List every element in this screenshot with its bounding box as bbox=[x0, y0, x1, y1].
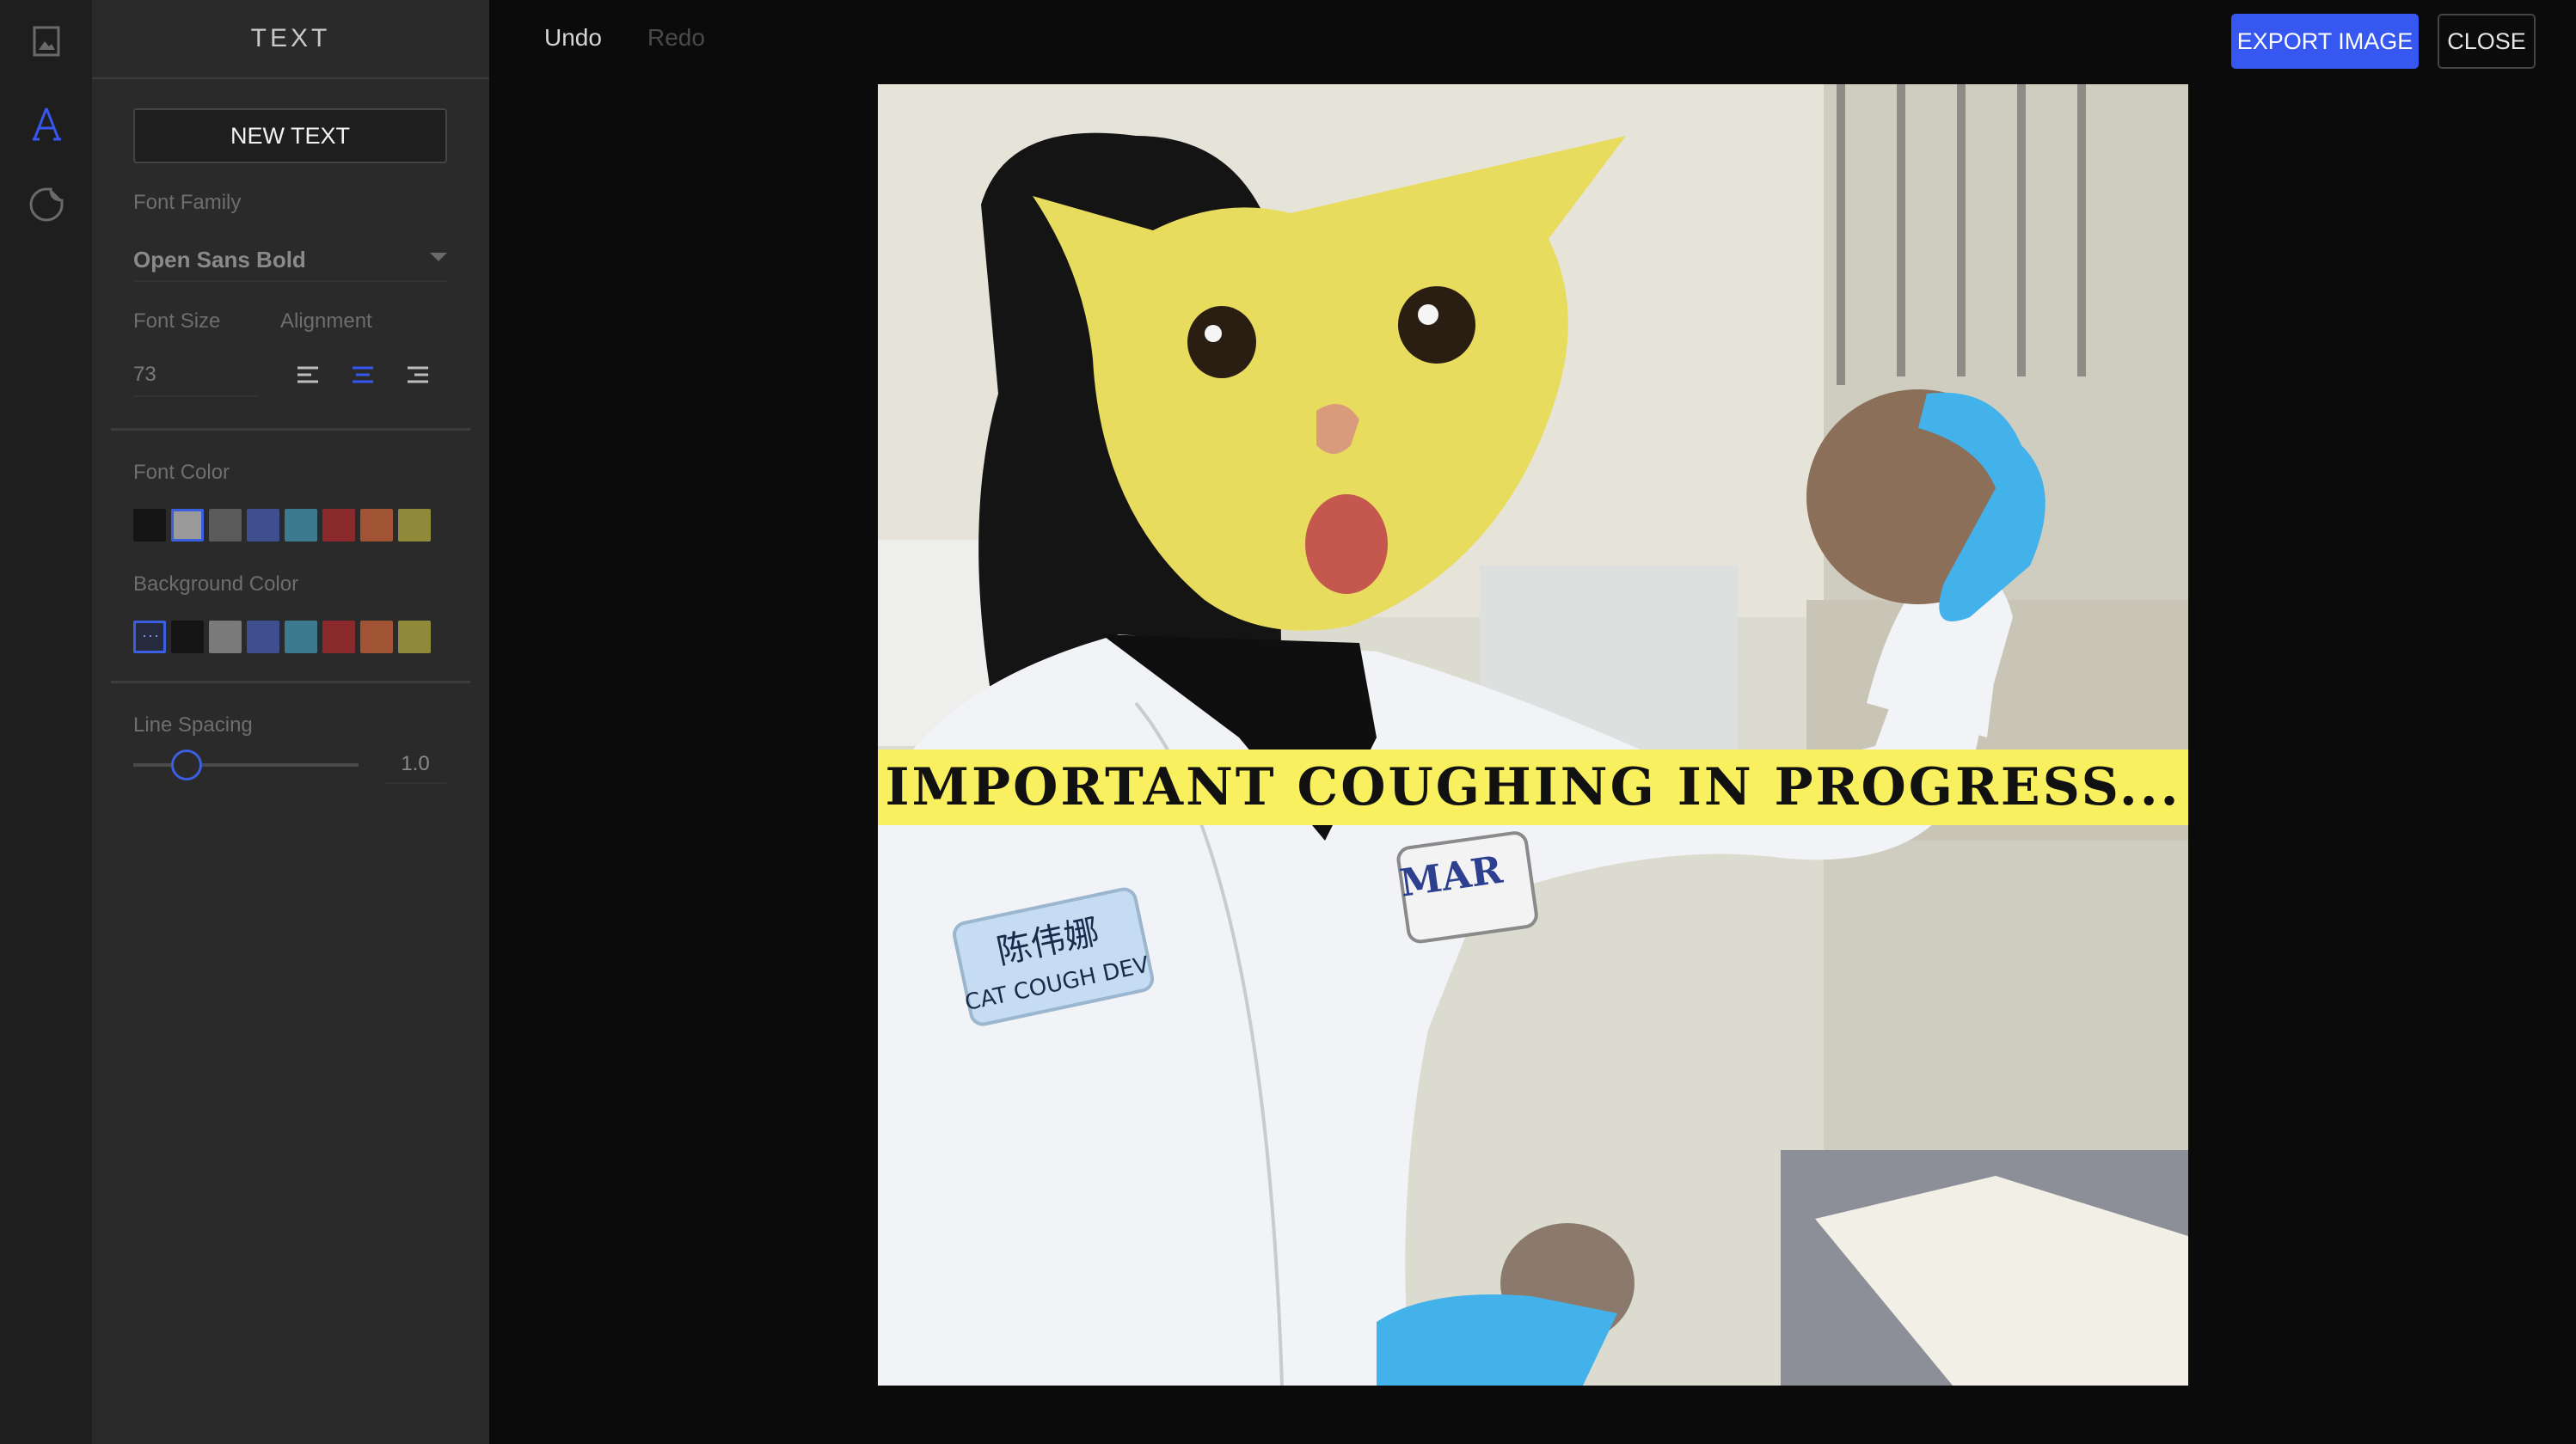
image-editor: TEXT NEW TEXT Font Family Open Sans Bold… bbox=[0, 0, 2576, 1444]
image-tool-button[interactable] bbox=[0, 0, 92, 83]
font-color-swatch[interactable] bbox=[322, 509, 355, 542]
align-right-icon bbox=[406, 364, 430, 389]
align-right-button[interactable] bbox=[402, 361, 433, 392]
align-left-button[interactable] bbox=[292, 361, 323, 392]
edited-photo: 陈伟娜 CAT COUGH DEV MAR bbox=[878, 84, 2188, 1386]
background-color-swatch[interactable] bbox=[322, 621, 355, 653]
font-color-swatch[interactable] bbox=[133, 509, 166, 542]
line-spacing-slider-handle[interactable] bbox=[171, 750, 202, 780]
background-color-swatch[interactable] bbox=[360, 621, 393, 653]
new-text-button[interactable]: NEW TEXT bbox=[133, 108, 447, 163]
background-color-swatch[interactable] bbox=[398, 621, 431, 653]
panel-title: TEXT bbox=[92, 0, 489, 79]
text-settings-panel: TEXT NEW TEXT Font Family Open Sans Bold… bbox=[92, 0, 489, 1444]
background-color-swatch[interactable] bbox=[285, 621, 317, 653]
line-spacing-slider-track[interactable] bbox=[133, 763, 359, 767]
text-icon bbox=[29, 106, 64, 142]
align-left-icon bbox=[296, 364, 320, 389]
tool-rail bbox=[0, 0, 92, 1444]
background-color-swatch[interactable]: ··· bbox=[133, 621, 166, 653]
background-color-swatch[interactable] bbox=[209, 621, 242, 653]
background-color-swatch[interactable] bbox=[171, 621, 204, 653]
font-color-swatch[interactable] bbox=[171, 509, 204, 542]
close-button[interactable]: CLOSE bbox=[2438, 14, 2536, 69]
font-size-input[interactable]: 73 bbox=[133, 354, 258, 397]
background-color-swatch[interactable] bbox=[247, 621, 279, 653]
undo-button[interactable]: Undo bbox=[544, 24, 602, 52]
align-center-button[interactable] bbox=[347, 361, 378, 392]
font-color-swatch[interactable] bbox=[360, 509, 393, 542]
text-tool-button[interactable] bbox=[0, 83, 92, 165]
image-canvas[interactable]: 陈伟娜 CAT COUGH DEV MAR IMPORTANT COUGHING… bbox=[878, 84, 2188, 1386]
align-center-icon bbox=[351, 364, 375, 389]
divider bbox=[111, 428, 470, 431]
chevron-down-icon bbox=[430, 253, 447, 261]
background-color-label: Background Color bbox=[133, 572, 299, 596]
image-icon bbox=[33, 26, 60, 57]
line-spacing-value[interactable]: 1.0 bbox=[384, 746, 446, 784]
font-family-label: Font Family bbox=[133, 191, 242, 214]
redo-button[interactable]: Redo bbox=[647, 24, 705, 52]
font-color-swatch[interactable] bbox=[247, 509, 279, 542]
font-size-label: Font Size bbox=[133, 309, 221, 333]
overlay-text-banner[interactable]: IMPORTANT COUGHING IN PROGRESS... bbox=[878, 750, 2188, 825]
font-family-value: Open Sans Bold bbox=[133, 246, 306, 272]
font-family-select[interactable]: Open Sans Bold bbox=[133, 239, 447, 282]
font-color-label: Font Color bbox=[133, 461, 230, 484]
sticker-tool-button[interactable] bbox=[0, 163, 92, 246]
font-color-swatch[interactable] bbox=[285, 509, 317, 542]
font-color-swatch[interactable] bbox=[398, 509, 431, 542]
alignment-label: Alignment bbox=[280, 309, 372, 333]
divider bbox=[111, 681, 470, 683]
sticker-icon bbox=[28, 187, 64, 223]
font-color-swatch[interactable] bbox=[209, 509, 242, 542]
line-spacing-label: Line Spacing bbox=[133, 713, 253, 737]
export-image-button[interactable]: EXPORT IMAGE bbox=[2231, 14, 2419, 69]
no-color-icon: ··· bbox=[142, 627, 160, 644]
